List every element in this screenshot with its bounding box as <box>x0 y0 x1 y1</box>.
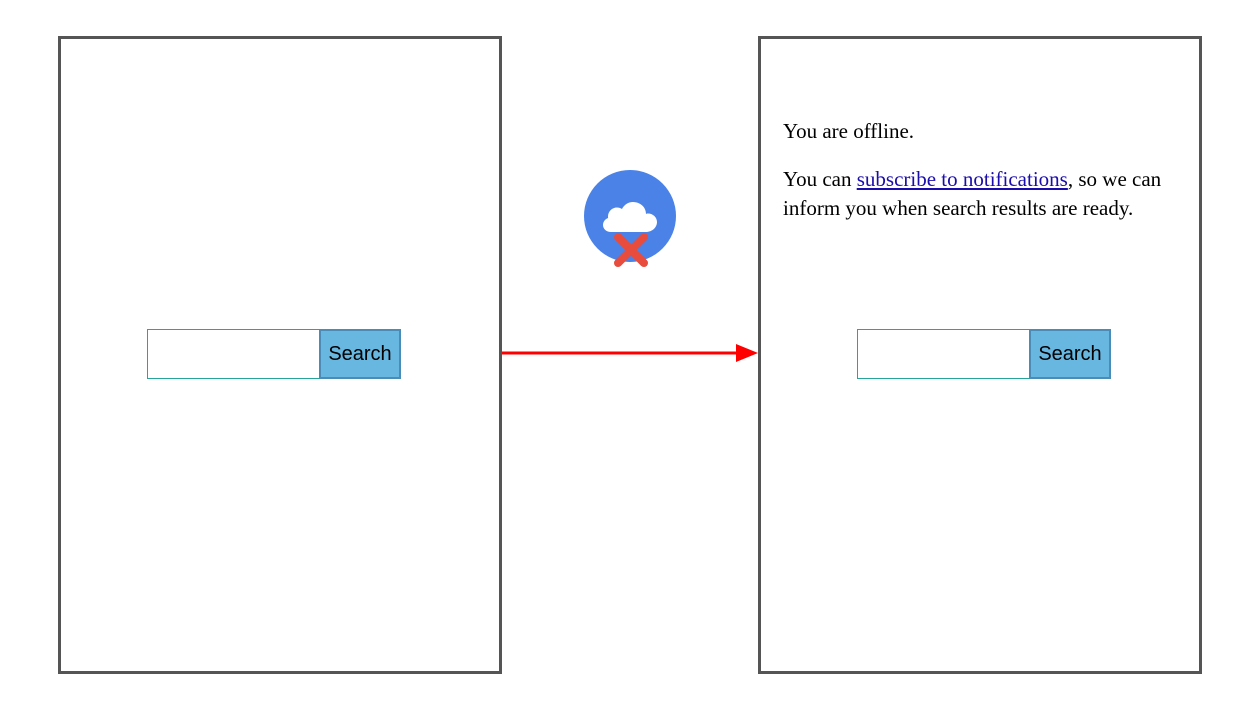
search-input[interactable] <box>857 329 1029 379</box>
panel-after: You are offline. You can subscribe to no… <box>758 36 1202 674</box>
search-button[interactable]: Search <box>1029 329 1111 379</box>
cloud-icon <box>602 198 658 234</box>
subscribe-link[interactable]: subscribe to notifications <box>857 167 1068 191</box>
offline-message: You are offline. You can subscribe to no… <box>783 117 1177 242</box>
search-button[interactable]: Search <box>319 329 401 379</box>
cloud-offline-icon <box>584 170 676 262</box>
panel-before: Search <box>58 36 502 674</box>
offline-line2: You can subscribe to notifications, so w… <box>783 165 1177 222</box>
search-input[interactable] <box>147 329 319 379</box>
search-group: Search <box>857 329 1111 379</box>
offline-line1: You are offline. <box>783 117 1177 145</box>
right-arrow-icon <box>502 339 758 367</box>
offline-prefix: You can <box>783 167 857 191</box>
search-group: Search <box>147 329 401 379</box>
cross-icon <box>613 232 649 268</box>
